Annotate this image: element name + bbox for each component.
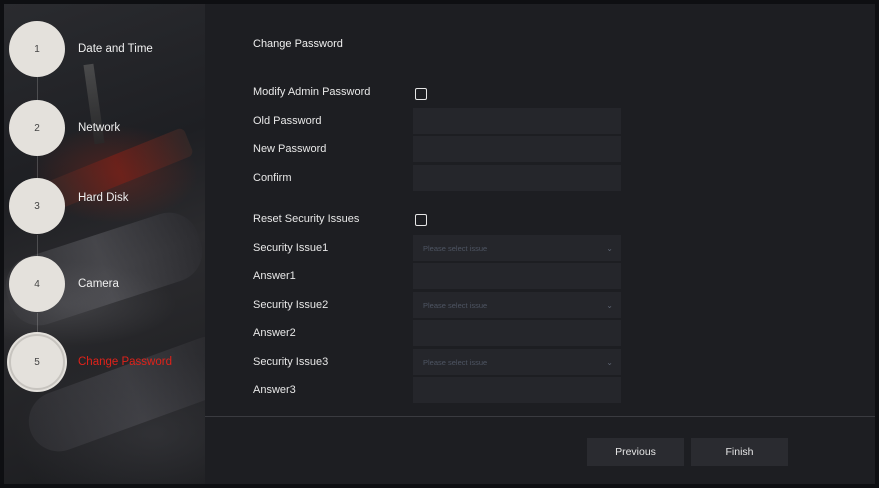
step-connector [37, 156, 38, 180]
answer3-label: Answer3 [253, 384, 296, 396]
step-number-circle: 2 [9, 100, 65, 156]
finish-button[interactable]: Finish [691, 438, 788, 466]
step-label: Date and Time [78, 43, 153, 55]
security-issue1-label: Security Issue1 [253, 242, 329, 254]
security-issue2-select[interactable]: Please select issue ⌄ [413, 292, 621, 318]
select-placeholder: Please select issue [423, 243, 488, 253]
security-issue1-select[interactable]: Please select issue ⌄ [413, 235, 621, 261]
step-number-circle: 1 [9, 21, 65, 77]
security-issue3-label: Security Issue3 [253, 356, 329, 368]
step-connector [37, 77, 38, 101]
wizard-step-camera[interactable]: 4 Camera [9, 256, 119, 312]
step-label: Hard Disk [78, 192, 129, 204]
step-label: Camera [78, 278, 119, 290]
confirm-password-input[interactable] [413, 165, 621, 191]
change-password-form: Change Password Modify Admin Password Ol… [205, 4, 875, 484]
wizard-step-date-and-time[interactable]: 1 Date and Time [9, 21, 153, 77]
new-password-input[interactable] [413, 136, 621, 162]
setup-wizard-window: 1 Date and Time 2 Network 3 Hard Disk 4 … [4, 4, 875, 484]
answer2-input[interactable] [413, 320, 621, 346]
footer-divider [205, 416, 875, 417]
answer2-label: Answer2 [253, 327, 296, 339]
step-connector [37, 313, 38, 335]
modify-admin-password-label: Modify Admin Password [253, 86, 371, 98]
wizard-step-change-password[interactable]: 5 Change Password [9, 334, 172, 390]
step-label: Change Password [78, 356, 172, 368]
old-password-input[interactable] [413, 108, 621, 134]
wizard-steps-panel: 1 Date and Time 2 Network 3 Hard Disk 4 … [4, 4, 205, 484]
step-number-circle: 3 [9, 178, 65, 234]
step-connector [37, 235, 38, 257]
previous-button[interactable]: Previous [587, 438, 684, 466]
reset-security-issues-label: Reset Security Issues [253, 213, 360, 225]
chevron-down-icon: ⌄ [606, 300, 613, 310]
wizard-step-hard-disk[interactable]: 3 Hard Disk [9, 178, 128, 234]
answer3-input[interactable] [413, 377, 621, 403]
select-placeholder: Please select issue [423, 300, 488, 310]
chevron-down-icon: ⌄ [606, 357, 613, 367]
reset-security-issues-checkbox[interactable] [415, 214, 427, 226]
security-issue3-select[interactable]: Please select issue ⌄ [413, 349, 621, 375]
security-issue2-label: Security Issue2 [253, 299, 329, 311]
modify-admin-password-checkbox[interactable] [415, 88, 427, 100]
answer1-label: Answer1 [253, 270, 296, 282]
select-placeholder: Please select issue [423, 357, 488, 367]
answer1-input[interactable] [413, 263, 621, 289]
chevron-down-icon: ⌄ [606, 243, 613, 253]
confirm-password-label: Confirm [253, 172, 292, 184]
step-label: Network [78, 122, 121, 134]
page-title: Change Password [253, 38, 343, 50]
new-password-label: New Password [253, 143, 327, 155]
step-number-circle: 4 [9, 256, 65, 312]
step-number-circle: 5 [9, 334, 65, 390]
wizard-step-network[interactable]: 2 Network [9, 100, 120, 156]
old-password-label: Old Password [253, 115, 322, 127]
